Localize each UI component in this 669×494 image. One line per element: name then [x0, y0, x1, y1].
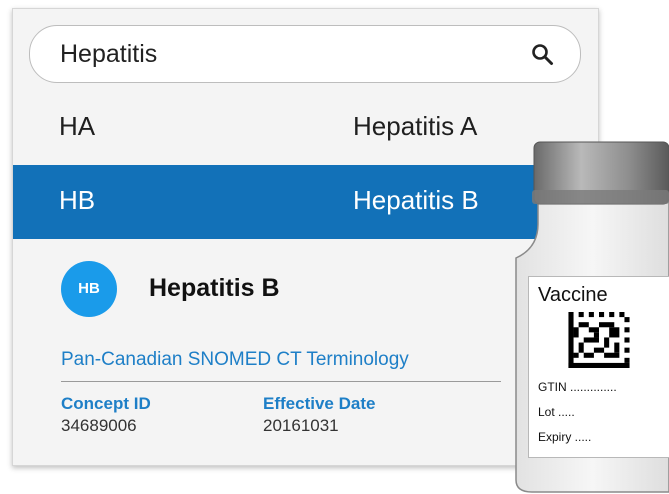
vial-lot: Lot .....: [538, 405, 575, 419]
vial-title: Vaccine: [538, 284, 608, 306]
result-code: HB: [59, 185, 96, 215]
terminology-name: Pan-Canadian SNOMED CT Terminology: [61, 349, 409, 370]
vial-expiry: Expiry .....: [538, 430, 592, 444]
detail-title: Hepatitis B: [149, 274, 280, 302]
concept-id-label: Concept ID: [61, 394, 151, 413]
search-input[interactable]: [58, 34, 502, 74]
concept-id-value: 34689006: [61, 416, 137, 435]
concept-badge: HB: [61, 261, 117, 317]
result-code: HA: [59, 111, 96, 141]
datamatrix-barcode: [568, 312, 630, 368]
effective-date-value: 20161031: [263, 416, 339, 435]
divider: [61, 381, 501, 382]
search-icon[interactable]: [530, 42, 554, 66]
search-bar: [29, 25, 581, 83]
effective-date-label: Effective Date: [263, 394, 376, 413]
result-name: Hepatitis B: [353, 185, 479, 215]
result-name: Hepatitis A: [353, 111, 478, 141]
vial-gtin: GTIN ..............: [538, 380, 617, 394]
